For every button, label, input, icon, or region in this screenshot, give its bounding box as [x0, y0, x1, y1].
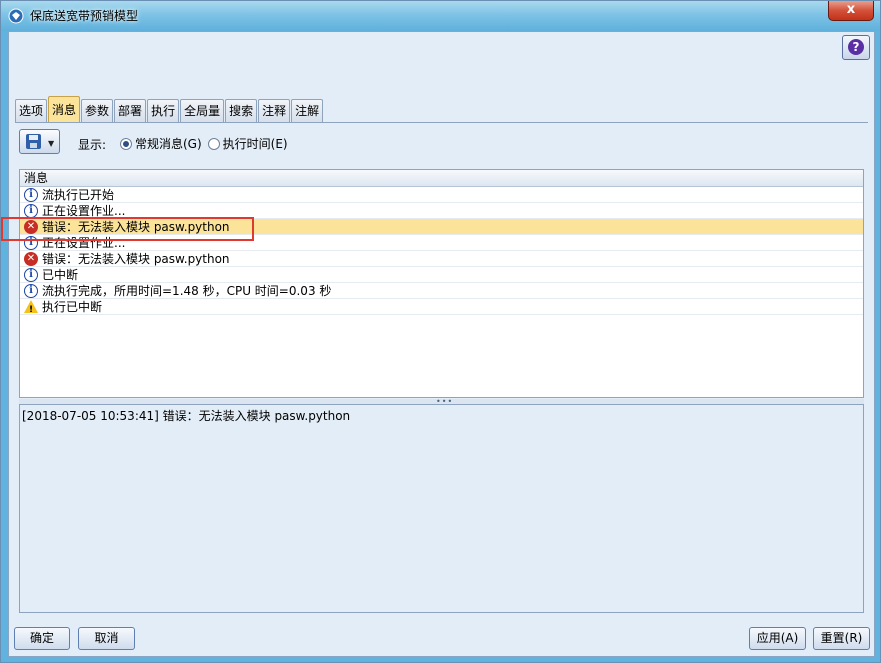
- radio-execution-time[interactable]: [207, 137, 220, 150]
- display-label: 显示:: [78, 138, 107, 152]
- tab-globals[interactable]: 全局量: [180, 99, 225, 122]
- radio-general-label[interactable]: 常规消息(G): [135, 135, 202, 152]
- annotation-highlight-box: [1, 217, 254, 241]
- tab-parameters[interactable]: 参数: [81, 99, 114, 122]
- message-text: 错误：无法装入模块 pasw.python: [42, 251, 230, 266]
- tab-messages[interactable]: 消息: [48, 96, 81, 122]
- reset-button[interactable]: 重置(R): [813, 627, 870, 650]
- warning-icon: !: [24, 300, 38, 315]
- message-detail-pane[interactable]: [2018-07-05 10:53:41] 错误：无法装入模块 pasw.pyt…: [19, 404, 864, 613]
- close-button[interactable]: x: [828, 1, 874, 21]
- tab-options[interactable]: 选项: [15, 99, 48, 122]
- message-text: 流执行已开始: [42, 187, 115, 202]
- message-text: 已中断: [42, 267, 79, 282]
- floppy-disk-icon: [26, 134, 41, 149]
- chevron-down-icon: ▼: [48, 139, 55, 148]
- tab-search[interactable]: 搜索: [225, 99, 258, 122]
- message-list-header[interactable]: 消息: [20, 170, 863, 187]
- tab-execution[interactable]: 执行: [147, 99, 180, 122]
- radio-general-messages[interactable]: [120, 137, 132, 150]
- app-icon: [8, 8, 24, 24]
- tab-comments[interactable]: 注释: [258, 99, 291, 122]
- title-bar[interactable]: 保底送宽带预销模型 x: [1, 1, 880, 31]
- list-item[interactable]: i 已中断: [20, 267, 863, 283]
- list-item[interactable]: i 流执行完成，所用时间=1.48 秒，CPU 时间=0.03 秒: [20, 283, 863, 299]
- messages-panel: ▼ 显示: 常规消息(G) 执行时间(E) 消息 i 流执行已开始 i 正在设置…: [15, 122, 868, 621]
- ok-button[interactable]: 确定: [14, 627, 70, 650]
- help-icon: ?: [848, 39, 864, 55]
- message-list[interactable]: 消息 i 流执行已开始 i 正在设置作业... ✕ 错误：无法装入模块 pasw…: [19, 169, 864, 398]
- help-button[interactable]: ?: [842, 35, 870, 60]
- error-icon: ✕: [24, 251, 38, 266]
- info-icon: i: [24, 267, 38, 282]
- list-item[interactable]: i 流执行已开始: [20, 187, 863, 203]
- window-title: 保底送宽带预销模型: [30, 9, 139, 23]
- save-button[interactable]: ▼: [19, 129, 60, 154]
- info-icon: i: [24, 187, 38, 202]
- tab-deployment[interactable]: 部署: [114, 99, 147, 122]
- list-item[interactable]: ! 执行已中断: [20, 299, 863, 315]
- message-text: 流执行完成，所用时间=1.48 秒，CPU 时间=0.03 秒: [42, 283, 332, 298]
- info-icon: i: [24, 203, 38, 218]
- close-icon: x: [846, 2, 856, 17]
- apply-button[interactable]: 应用(A): [749, 627, 806, 650]
- display-radio-group: 常规消息(G) 执行时间(E): [120, 135, 294, 152]
- message-text: 执行已中断: [42, 299, 103, 314]
- cancel-button[interactable]: 取消: [78, 627, 135, 650]
- radio-exec-time-label[interactable]: 执行时间(E): [223, 135, 288, 152]
- detail-text: [2018-07-05 10:53:41] 错误：无法装入模块 pasw.pyt…: [22, 409, 351, 423]
- tab-strip: 选项 消息 参数 部署 执行 全局量 搜索 注释 注解: [15, 96, 324, 122]
- dialog-window: 保底送宽带预销模型 x ? 选项 消息 参数 部署 执行 全局量 搜索 注释 注…: [0, 0, 881, 663]
- list-item[interactable]: ✕ 错误：无法装入模块 pasw.python: [20, 251, 863, 267]
- tab-annotations[interactable]: 注解: [291, 99, 324, 122]
- info-icon: i: [24, 283, 38, 298]
- dialog-client-area: ? 选项 消息 参数 部署 执行 全局量 搜索 注释 注解 ▼ 显示: 常规消息…: [8, 31, 875, 657]
